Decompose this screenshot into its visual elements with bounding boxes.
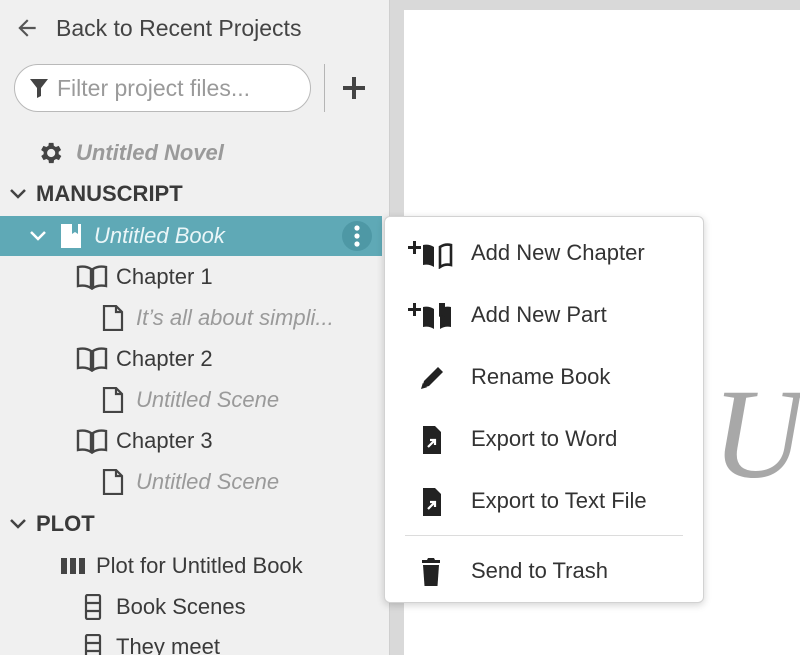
scene-row[interactable]: Untitled Scene <box>0 380 389 420</box>
trash-icon <box>422 558 440 586</box>
add-chapter-icon <box>408 241 453 269</box>
book-title: Untitled Book <box>94 223 225 248</box>
project-title: Untitled Novel <box>76 140 224 165</box>
gear-icon <box>41 142 62 164</box>
add-new-chapter-menu-item[interactable]: Add New Chapter <box>385 225 703 281</box>
document-icon <box>102 387 124 413</box>
send-to-trash-menu-item[interactable]: Send to Trash <box>385 543 703 599</box>
plot-section-header[interactable]: PLOT <box>0 504 389 544</box>
manuscript-header-label: MANUSCRIPT <box>36 181 183 206</box>
chevron-down-icon <box>10 519 26 529</box>
scene-row[interactable]: Untitled Scene <box>0 462 389 502</box>
export-to-text-file-menu-item[interactable]: Export to Text File <box>385 473 703 529</box>
back-link-label: Back to Recent Projects <box>56 14 302 41</box>
pencil-icon <box>421 367 443 389</box>
open-book-icon <box>76 429 108 454</box>
book-options-button[interactable] <box>342 221 372 251</box>
filter-field[interactable] <box>14 64 311 112</box>
scene-row[interactable]: It’s all about simpli... <box>0 298 389 338</box>
document-icon <box>102 305 124 331</box>
plot-item-label: Plot for Untitled Book <box>96 553 303 578</box>
back-to-recent-projects-link[interactable]: Back to Recent Projects <box>14 12 301 44</box>
menu-divider <box>405 535 683 536</box>
book-row-selected[interactable]: Untitled Book <box>0 216 382 256</box>
chevron-down-icon <box>10 189 26 199</box>
columns-icon <box>61 558 85 574</box>
plot-card-row[interactable]: Book Scenes <box>0 587 389 627</box>
book-icon <box>61 224 81 248</box>
rename-book-menu-item[interactable]: Rename Book <box>385 349 703 405</box>
chapter-row[interactable]: Chapter 1 <box>0 257 389 297</box>
menu-item-label: Export to Text File <box>471 488 647 513</box>
book-context-menu: Add New Chapter Add New Part Rename Book… <box>384 216 704 603</box>
menu-item-label: Send to Trash <box>471 558 608 583</box>
project-sidebar: Back to Recent Projects Untitled Novel M… <box>0 0 390 655</box>
export-file-icon <box>423 426 441 454</box>
open-book-icon <box>76 265 108 290</box>
scene-label: It’s all about simpli... <box>136 305 334 330</box>
document-icon <box>102 469 124 495</box>
card-stack-icon <box>84 634 102 655</box>
chapter-label: Chapter 3 <box>116 428 213 453</box>
card-stack-icon <box>84 594 102 620</box>
filter-input[interactable] <box>57 74 297 102</box>
menu-item-label: Rename Book <box>471 364 611 389</box>
more-vertical-icon <box>354 225 360 247</box>
chapter-label: Chapter 2 <box>116 346 213 371</box>
add-part-icon <box>408 303 451 329</box>
chapter-row[interactable]: Chapter 2 <box>0 339 389 379</box>
menu-item-label: Add New Part <box>471 302 607 327</box>
menu-item-label: Add New Chapter <box>471 240 645 265</box>
manuscript-section-header[interactable]: MANUSCRIPT <box>0 174 389 214</box>
plot-header-label: PLOT <box>36 511 95 536</box>
plot-item-label: Book Scenes <box>116 594 246 619</box>
plot-board-row[interactable]: Plot for Untitled Book <box>0 546 389 586</box>
filter-funnel-icon <box>30 79 48 98</box>
chapter-row[interactable]: Chapter 3 <box>0 421 389 461</box>
export-to-word-menu-item[interactable]: Export to Word <box>385 411 703 467</box>
open-book-icon <box>76 347 108 372</box>
toolbar-divider <box>324 64 325 112</box>
scene-label: Untitled Scene <box>136 469 280 494</box>
menu-item-label: Export to Word <box>471 426 618 451</box>
project-settings-row[interactable]: Untitled Novel <box>0 133 389 173</box>
chapter-label: Chapter 1 <box>116 264 213 289</box>
scene-label: Untitled Scene <box>136 387 280 412</box>
editor-title-initial: U <box>712 363 800 505</box>
export-file-icon <box>423 488 441 516</box>
add-file-button[interactable] <box>340 74 368 102</box>
plot-card-row[interactable]: They meet <box>0 627 389 655</box>
chevron-down-icon <box>30 231 46 241</box>
add-new-part-menu-item[interactable]: Add New Part <box>385 287 703 343</box>
back-arrow-icon <box>18 19 36 37</box>
plot-item-label: They meet <box>116 634 220 655</box>
